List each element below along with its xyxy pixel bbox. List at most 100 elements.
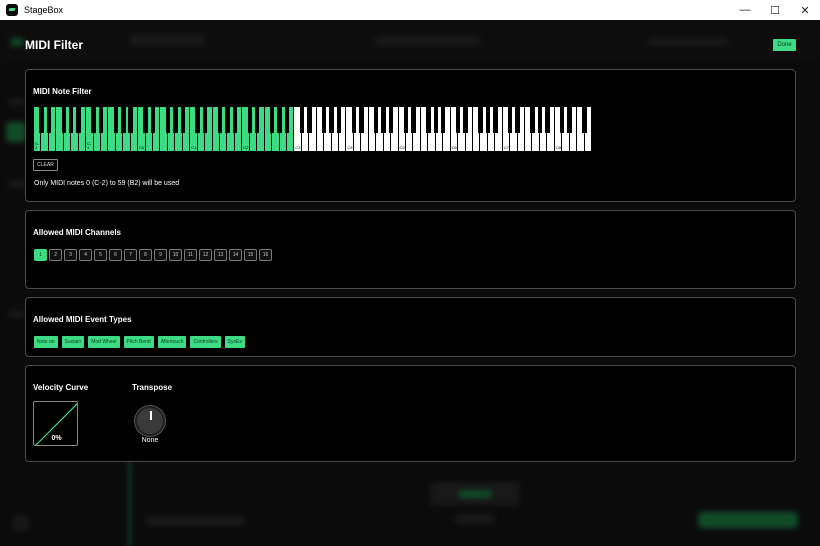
channel-button-11[interactable]: 11 bbox=[184, 249, 197, 261]
black-key[interactable] bbox=[351, 107, 357, 133]
black-key[interactable] bbox=[128, 107, 133, 133]
octave-label: C-2 bbox=[35, 141, 40, 150]
black-key[interactable] bbox=[359, 107, 364, 133]
black-key[interactable] bbox=[76, 107, 81, 133]
black-key[interactable] bbox=[180, 107, 186, 133]
close-button[interactable]: ✕ bbox=[790, 0, 820, 20]
black-key[interactable] bbox=[68, 107, 74, 133]
black-key[interactable] bbox=[217, 107, 223, 133]
channel-button-5[interactable]: 5 bbox=[94, 249, 107, 261]
black-key[interactable] bbox=[277, 107, 282, 133]
channel-button-1[interactable]: 1 bbox=[34, 249, 47, 261]
black-key[interactable] bbox=[225, 107, 230, 133]
event-type-button[interactable]: Aftertouch bbox=[157, 336, 187, 348]
maximize-button[interactable]: ☐ bbox=[760, 0, 790, 20]
channel-button-3[interactable]: 3 bbox=[64, 249, 77, 261]
black-key[interactable] bbox=[299, 107, 305, 133]
piano-keyboard[interactable]: C-2 C-1 C0 C1 C2 C3 C4 C5 C6 C7 C8 bbox=[34, 107, 592, 151]
black-key[interactable] bbox=[307, 107, 312, 133]
octave-label: C8 bbox=[555, 145, 561, 150]
black-key[interactable] bbox=[113, 107, 119, 133]
event-type-button[interactable]: Pitch Bend bbox=[123, 336, 154, 348]
channel-button-16[interactable]: 16 bbox=[259, 249, 272, 261]
black-key[interactable] bbox=[374, 107, 379, 133]
channel-button-10[interactable]: 10 bbox=[169, 249, 182, 261]
black-key[interactable] bbox=[567, 107, 572, 133]
black-key[interactable] bbox=[121, 107, 126, 133]
black-key[interactable] bbox=[254, 107, 260, 133]
channel-button-14[interactable]: 14 bbox=[229, 249, 242, 261]
black-key[interactable] bbox=[478, 107, 483, 133]
octave-label: C4 bbox=[347, 145, 353, 150]
event-type-button[interactable]: SysEx bbox=[224, 336, 245, 348]
clear-button[interactable]: CLEAR bbox=[33, 159, 58, 171]
minimize-button[interactable]: — bbox=[730, 0, 760, 20]
channel-button-2[interactable]: 2 bbox=[49, 249, 62, 261]
black-key[interactable] bbox=[91, 107, 96, 133]
event-type-button[interactable]: Mod Wheel bbox=[88, 336, 120, 348]
channel-button-15[interactable]: 15 bbox=[244, 249, 257, 261]
channel-button-9[interactable]: 9 bbox=[154, 249, 167, 261]
black-key[interactable] bbox=[493, 107, 498, 133]
event-type-button[interactable]: Controllers bbox=[190, 336, 221, 348]
octave-label: C3 bbox=[295, 145, 301, 150]
velocity-transpose-panel: Velocity Curve 0% Transpose None bbox=[25, 365, 796, 462]
event-type-button[interactable]: Sustain bbox=[61, 336, 85, 348]
event-type-button[interactable]: Note on bbox=[34, 336, 58, 348]
velocity-curve-editor[interactable]: 0% bbox=[33, 401, 78, 446]
black-key[interactable] bbox=[485, 107, 491, 133]
black-key[interactable] bbox=[582, 107, 587, 133]
channel-button-7[interactable]: 7 bbox=[124, 249, 137, 261]
black-key[interactable] bbox=[455, 107, 461, 133]
black-key[interactable] bbox=[411, 107, 416, 133]
black-key[interactable] bbox=[433, 107, 438, 133]
channel-button-13[interactable]: 13 bbox=[214, 249, 227, 261]
black-key[interactable] bbox=[388, 107, 394, 133]
channel-button-8[interactable]: 8 bbox=[139, 249, 152, 261]
black-key[interactable] bbox=[336, 107, 342, 133]
black-key[interactable] bbox=[150, 107, 156, 133]
black-key[interactable] bbox=[321, 107, 327, 133]
transpose-knob[interactable] bbox=[135, 406, 165, 436]
done-button[interactable]: Done bbox=[773, 39, 796, 51]
octave-label: C1 bbox=[191, 145, 197, 150]
black-key[interactable] bbox=[232, 107, 238, 133]
black-key[interactable] bbox=[440, 107, 446, 133]
octave-label: C2 bbox=[243, 145, 249, 150]
black-key[interactable] bbox=[530, 107, 535, 133]
dialog-title: MIDI Filter bbox=[25, 38, 84, 52]
black-key[interactable] bbox=[202, 107, 208, 133]
black-key[interactable] bbox=[61, 107, 66, 133]
black-key[interactable] bbox=[165, 107, 171, 133]
black-key[interactable] bbox=[329, 107, 334, 133]
channel-button-6[interactable]: 6 bbox=[109, 249, 122, 261]
window-controls: — ☐ ✕ bbox=[730, 0, 820, 20]
black-key[interactable] bbox=[284, 107, 290, 133]
octave-label: C6 bbox=[451, 145, 457, 150]
note-filter-panel: MIDI Note Filter C-2 C-1 C0 C1 C2 C3 C4 C5 C6 C7 C… bbox=[25, 69, 796, 202]
black-key[interactable] bbox=[98, 107, 104, 133]
window-title: StageBox bbox=[24, 5, 64, 15]
octave-label: C-1 bbox=[87, 141, 92, 150]
black-key[interactable] bbox=[426, 107, 431, 133]
black-key[interactable] bbox=[195, 107, 200, 133]
black-key[interactable] bbox=[403, 107, 409, 133]
black-key[interactable] bbox=[507, 107, 513, 133]
black-key[interactable] bbox=[143, 107, 148, 133]
channel-button-4[interactable]: 4 bbox=[79, 249, 92, 261]
black-key[interactable] bbox=[463, 107, 468, 133]
octave-label: C7 bbox=[503, 145, 509, 150]
black-key[interactable] bbox=[247, 107, 252, 133]
black-key[interactable] bbox=[381, 107, 386, 133]
transpose-title: Transpose bbox=[132, 383, 173, 392]
black-key[interactable] bbox=[269, 107, 275, 133]
black-key[interactable] bbox=[560, 107, 565, 133]
window-titlebar: StageBox — ☐ ✕ bbox=[0, 0, 820, 20]
black-key[interactable] bbox=[515, 107, 520, 133]
black-key[interactable] bbox=[39, 107, 44, 133]
channel-button-12[interactable]: 12 bbox=[199, 249, 212, 261]
black-key[interactable] bbox=[46, 107, 52, 133]
black-key[interactable] bbox=[537, 107, 543, 133]
black-key[interactable] bbox=[173, 107, 178, 133]
black-key[interactable] bbox=[545, 107, 550, 133]
